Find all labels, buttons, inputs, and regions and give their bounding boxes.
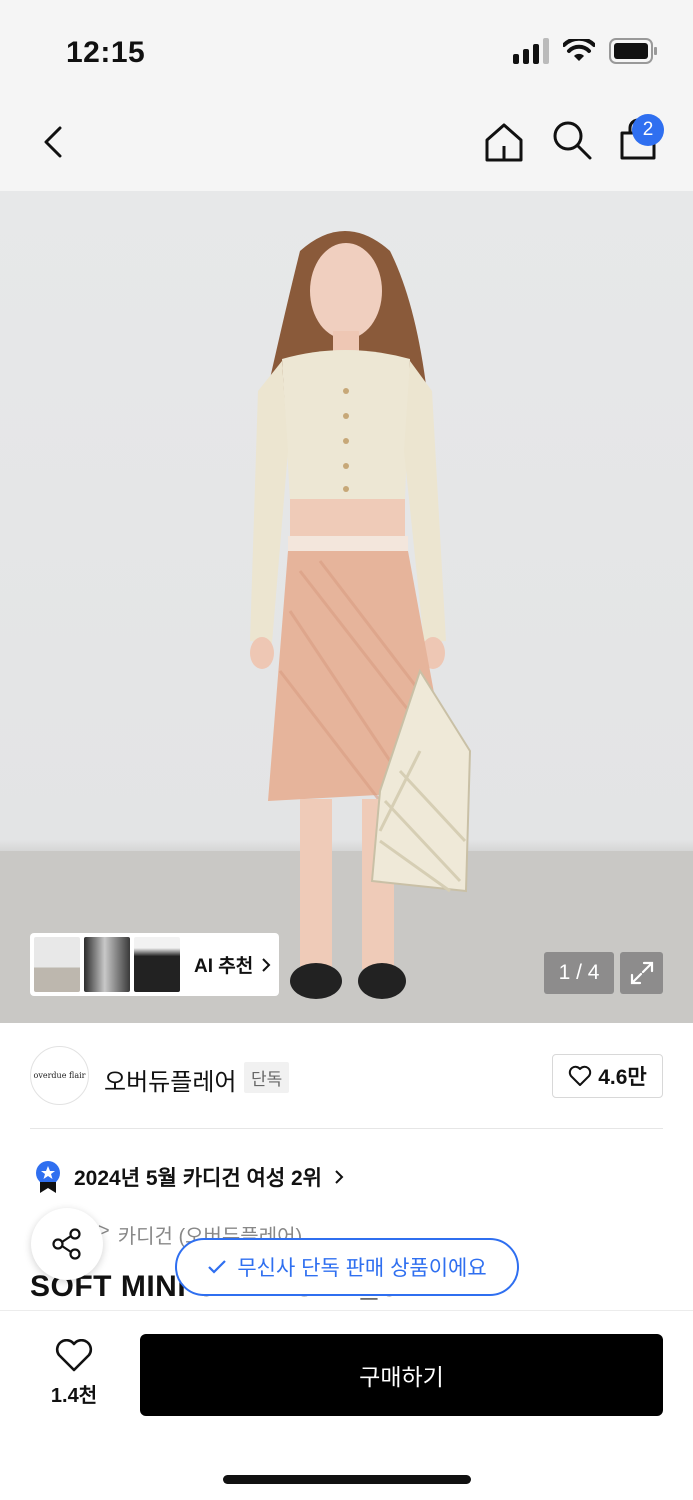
recommend-thumbnail-1[interactable]	[34, 937, 80, 992]
image-page-counter: 1 / 4	[544, 952, 614, 994]
ranking-badge-icon	[36, 1161, 60, 1193]
cellular-signal-icon	[513, 38, 549, 64]
status-icons	[513, 38, 659, 64]
exclusive-tag: 단독	[244, 1062, 290, 1093]
bottom-purchase-bar: 1.4천 구매하기	[0, 1310, 693, 1500]
ranking-link[interactable]: 2024년 5월 카디건 여성 2위	[34, 1160, 344, 1194]
ai-recommend-label: AI 추천	[194, 956, 254, 977]
home-icon[interactable]	[482, 120, 526, 164]
heart-icon	[55, 1339, 93, 1372]
check-icon	[208, 1260, 227, 1274]
recommend-thumbnail-3[interactable]	[134, 937, 180, 992]
wifi-icon	[563, 39, 595, 61]
ai-recommend-strip[interactable]: AI 추천	[30, 933, 279, 996]
status-time: 12:15	[66, 36, 146, 69]
expand-icon	[630, 961, 653, 985]
toast-text: 무신사 단독 판매 상품이에요	[237, 1257, 487, 1280]
ranking-text: 2024년 5월 카디건 여성 2위	[74, 1167, 322, 1190]
status-bar: 12:15	[0, 0, 693, 96]
brand-like-count: 4.6만	[598, 1066, 647, 1089]
chevron-right-icon	[335, 1170, 344, 1184]
recommend-thumbnail-2[interactable]	[84, 937, 130, 992]
heart-icon	[569, 1065, 592, 1086]
share-icon	[52, 1228, 81, 1260]
product-image-gallery[interactable]: AI 추천 1 / 4	[0, 191, 693, 1023]
brand-name[interactable]: 오버듀플레어	[104, 1062, 236, 1097]
cart-count-badge: 2	[632, 114, 664, 146]
brand-logo[interactable]: overdue flair	[30, 1046, 89, 1105]
battery-icon	[609, 38, 657, 64]
wishlist-count: 1.4천	[50, 1385, 98, 1407]
product-photo	[0, 231, 693, 1023]
buy-button[interactable]: 구매하기	[140, 1334, 663, 1416]
share-button[interactable]	[31, 1208, 103, 1280]
chevron-right-icon	[262, 957, 271, 972]
ai-recommend-link[interactable]: AI 추천	[194, 951, 271, 978]
back-arrow-icon[interactable]	[36, 120, 72, 164]
brand-like-button[interactable]: 4.6만	[552, 1054, 663, 1098]
home-indicator	[223, 1475, 471, 1484]
exclusive-toast: 무신사 단독 판매 상품이에요	[175, 1238, 519, 1296]
expand-image-button[interactable]	[620, 952, 663, 994]
search-icon[interactable]	[550, 118, 594, 162]
divider	[30, 1128, 663, 1129]
brand-row: overdue flair 오버듀플레어 단독 4.6만	[30, 1046, 663, 1106]
top-nav-bar	[0, 96, 693, 191]
wishlist-button[interactable]: 1.4천	[40, 1339, 108, 1408]
